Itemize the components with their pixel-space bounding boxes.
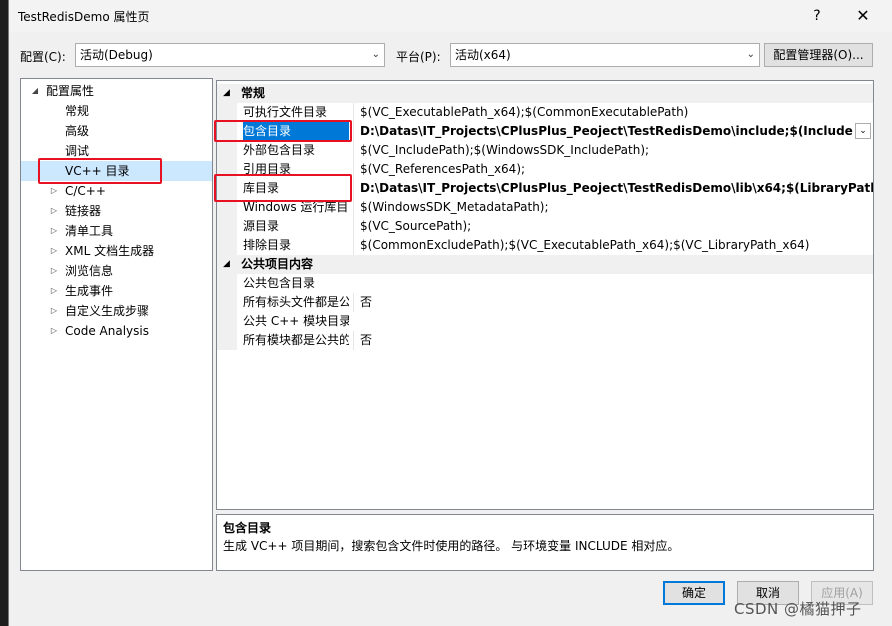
grid-row[interactable]: 排除目录 $(CommonExcludePath);$(VC_Executabl… <box>217 236 873 255</box>
property-pages-dialog: TestRedisDemo 属性页 ? ✕ 配置(C): 活动(Debug) ⌄… <box>8 0 892 626</box>
chevron-down-icon: ⌄ <box>371 49 380 60</box>
highlight-box-vc-directories <box>38 158 162 184</box>
triangle-down-icon: ◢ <box>223 88 230 98</box>
tree-item-browse-info[interactable]: ▷ 浏览信息 <box>21 261 212 281</box>
triangle-right-icon: ▷ <box>50 286 58 295</box>
tree-item-xml-doc-generator[interactable]: ▷ XML 文档生成器 <box>21 241 212 261</box>
tree-item-custom-build-step[interactable]: ▷ 自定义生成步骤 <box>21 301 212 321</box>
ok-button[interactable]: 确定 <box>663 581 725 605</box>
property-grid[interactable]: ◢ 常规 可执行文件目录 $(VC_ExecutablePath_x64);$(… <box>216 80 874 510</box>
description-title: 包含目录 <box>223 521 272 535</box>
tree-item-linker[interactable]: ▷ 链接器 <box>21 201 212 221</box>
triangle-right-icon: ▷ <box>50 306 58 315</box>
triangle-right-icon: ▷ <box>50 326 58 335</box>
grid-row[interactable]: 所有标头文件都是公 否 <box>217 293 873 312</box>
tree-item-advanced[interactable]: 高级 <box>21 121 212 141</box>
description-pane: 包含目录 生成 VC++ 项目期间，搜索包含文件时使用的路径。 与环境变量 IN… <box>216 514 874 571</box>
tree-item-general[interactable]: 常规 <box>21 101 212 121</box>
description-text: 生成 VC++ 项目期间，搜索包含文件时使用的路径。 与环境变量 INCLUDE… <box>223 539 680 553</box>
close-button[interactable]: ✕ <box>849 4 877 28</box>
tree-item-build-events[interactable]: ▷ 生成事件 <box>21 281 212 301</box>
grid-row[interactable]: 公共 C++ 模块目录 <box>217 312 873 331</box>
watermark: CSDN @橘猫押子 <box>734 600 862 618</box>
platform-label: 平台(P): <box>396 50 441 64</box>
window-title: TestRedisDemo 属性页 <box>18 10 150 24</box>
platform-value: 活动(x64) <box>455 48 511 62</box>
tree-item-c-cpp[interactable]: ▷ C/C++ <box>21 181 212 201</box>
triangle-right-icon: ▷ <box>50 266 58 275</box>
property-tree[interactable]: ◢ 配置属性 常规 高级 调试 VC++ 目录 ▷ C/C++ ▷ 链接器 ▷ … <box>20 78 213 571</box>
configuration-label: 配置(C): <box>20 50 66 64</box>
title-bar: TestRedisDemo 属性页 ? ✕ <box>9 0 892 32</box>
highlight-box-library-dir <box>214 174 352 202</box>
tree-item-code-analysis[interactable]: ▷ Code Analysis <box>21 321 212 341</box>
platform-combo[interactable]: 活动(x64) ⌄ <box>450 43 760 67</box>
triangle-right-icon: ▷ <box>50 226 58 235</box>
triangle-down-icon: ◢ <box>31 86 39 95</box>
grid-row[interactable]: 源目录 $(VC_SourcePath); <box>217 217 873 236</box>
triangle-right-icon: ▷ <box>50 186 58 195</box>
grid-row[interactable]: 外部包含目录 $(VC_IncludePath);$(WindowsSDK_In… <box>217 141 873 160</box>
chevron-down-icon: ⌄ <box>746 49 755 60</box>
tree-item-manifest-tool[interactable]: ▷ 清单工具 <box>21 221 212 241</box>
configuration-combo[interactable]: 活动(Debug) ⌄ <box>75 43 385 67</box>
grid-category-public-project-content[interactable]: ◢ 公共项目内容 <box>217 255 873 274</box>
highlight-box-include-dir <box>214 120 352 142</box>
chevron-down-icon[interactable]: ⌄ <box>855 123 871 139</box>
configuration-value: 活动(Debug) <box>80 48 153 62</box>
triangle-down-icon: ◢ <box>223 259 230 269</box>
grid-category-general[interactable]: ◢ 常规 <box>217 84 873 103</box>
tree-root-configuration-properties[interactable]: ◢ 配置属性 <box>21 81 212 101</box>
grid-row[interactable]: 公共包含目录 <box>217 274 873 293</box>
triangle-right-icon: ▷ <box>50 246 58 255</box>
triangle-right-icon: ▷ <box>50 206 58 215</box>
grid-row[interactable]: 所有模块都是公共的 否 <box>217 331 873 350</box>
help-button[interactable]: ? <box>805 4 829 28</box>
configuration-manager-button[interactable]: 配置管理器(O)... <box>764 43 873 67</box>
